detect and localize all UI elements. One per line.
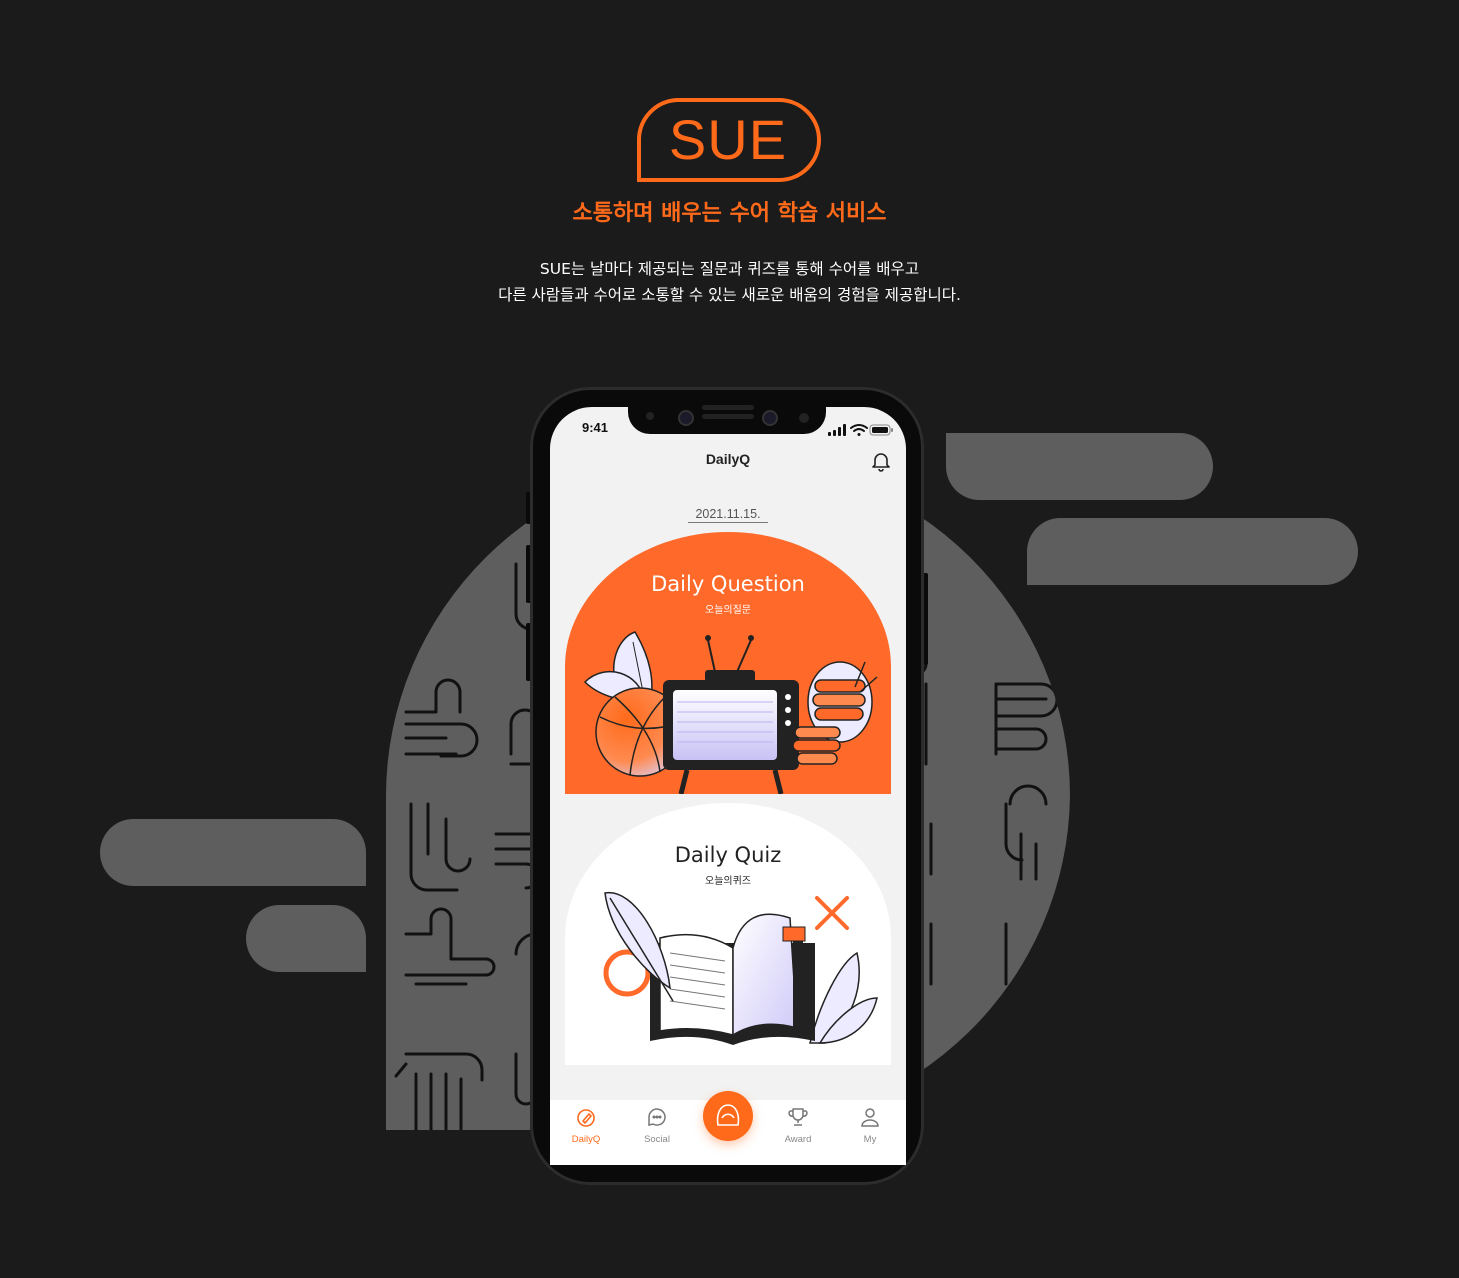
pen-icon bbox=[577, 1109, 595, 1127]
decor-pill bbox=[1027, 518, 1358, 585]
face-icon bbox=[716, 1104, 740, 1126]
tab-label: Award bbox=[784, 1134, 812, 1145]
trophy-icon bbox=[788, 1108, 808, 1126]
tab-label: Social bbox=[644, 1134, 670, 1145]
logo-text: SUE bbox=[668, 108, 788, 171]
description-line-1: SUE는 날마다 제공되는 질문과 퀴즈를 통해 수어를 배우고 bbox=[539, 260, 920, 278]
center-action-button[interactable] bbox=[703, 1091, 753, 1141]
tab-my[interactable]: My bbox=[842, 1106, 898, 1145]
battery-icon bbox=[869, 424, 893, 436]
sue-logo: SUE bbox=[635, 98, 821, 182]
wifi-icon bbox=[850, 424, 868, 436]
phone-notch bbox=[628, 400, 826, 434]
status-icons bbox=[828, 422, 894, 441]
card-title: Daily Quiz bbox=[674, 843, 782, 867]
tab-social[interactable]: Social bbox=[629, 1106, 685, 1145]
date-label: 2021.11.15. bbox=[688, 507, 768, 523]
chat-icon bbox=[648, 1108, 666, 1126]
description: SUE는 날마다 제공되는 질문과 퀴즈를 통해 수어를 배우고 다른 사람들과… bbox=[0, 256, 1459, 308]
daily-quiz-card[interactable]: Daily Quiz 오늘의퀴즈 bbox=[565, 803, 891, 1065]
tab-label: DailyQ bbox=[571, 1134, 601, 1145]
person-icon bbox=[861, 1108, 879, 1127]
card-title: Daily Question bbox=[651, 572, 805, 596]
decor-pill bbox=[246, 905, 366, 972]
status-time: 9:41 bbox=[582, 420, 609, 435]
signal-icon bbox=[828, 424, 846, 436]
tagline: 소통하며 배우는 수어 학습 서비스 bbox=[572, 201, 887, 226]
page-title: DailyQ bbox=[705, 451, 751, 467]
bell-icon[interactable] bbox=[870, 450, 892, 476]
tab-award[interactable]: Award bbox=[770, 1106, 826, 1145]
tab-dailyq[interactable]: DailyQ bbox=[558, 1106, 614, 1145]
daily-question-card[interactable]: Daily Question 오늘의질문 bbox=[565, 532, 891, 794]
card-subtitle: 오늘의퀴즈 bbox=[705, 876, 751, 887]
decor-pill bbox=[100, 819, 366, 886]
description-line-2: 다른 사람들과 수어로 소통할 수 있는 새로운 배움의 경험을 제공합니다. bbox=[498, 286, 961, 304]
tab-label: My bbox=[863, 1134, 877, 1145]
card-subtitle: 오늘의질문 bbox=[705, 605, 751, 616]
